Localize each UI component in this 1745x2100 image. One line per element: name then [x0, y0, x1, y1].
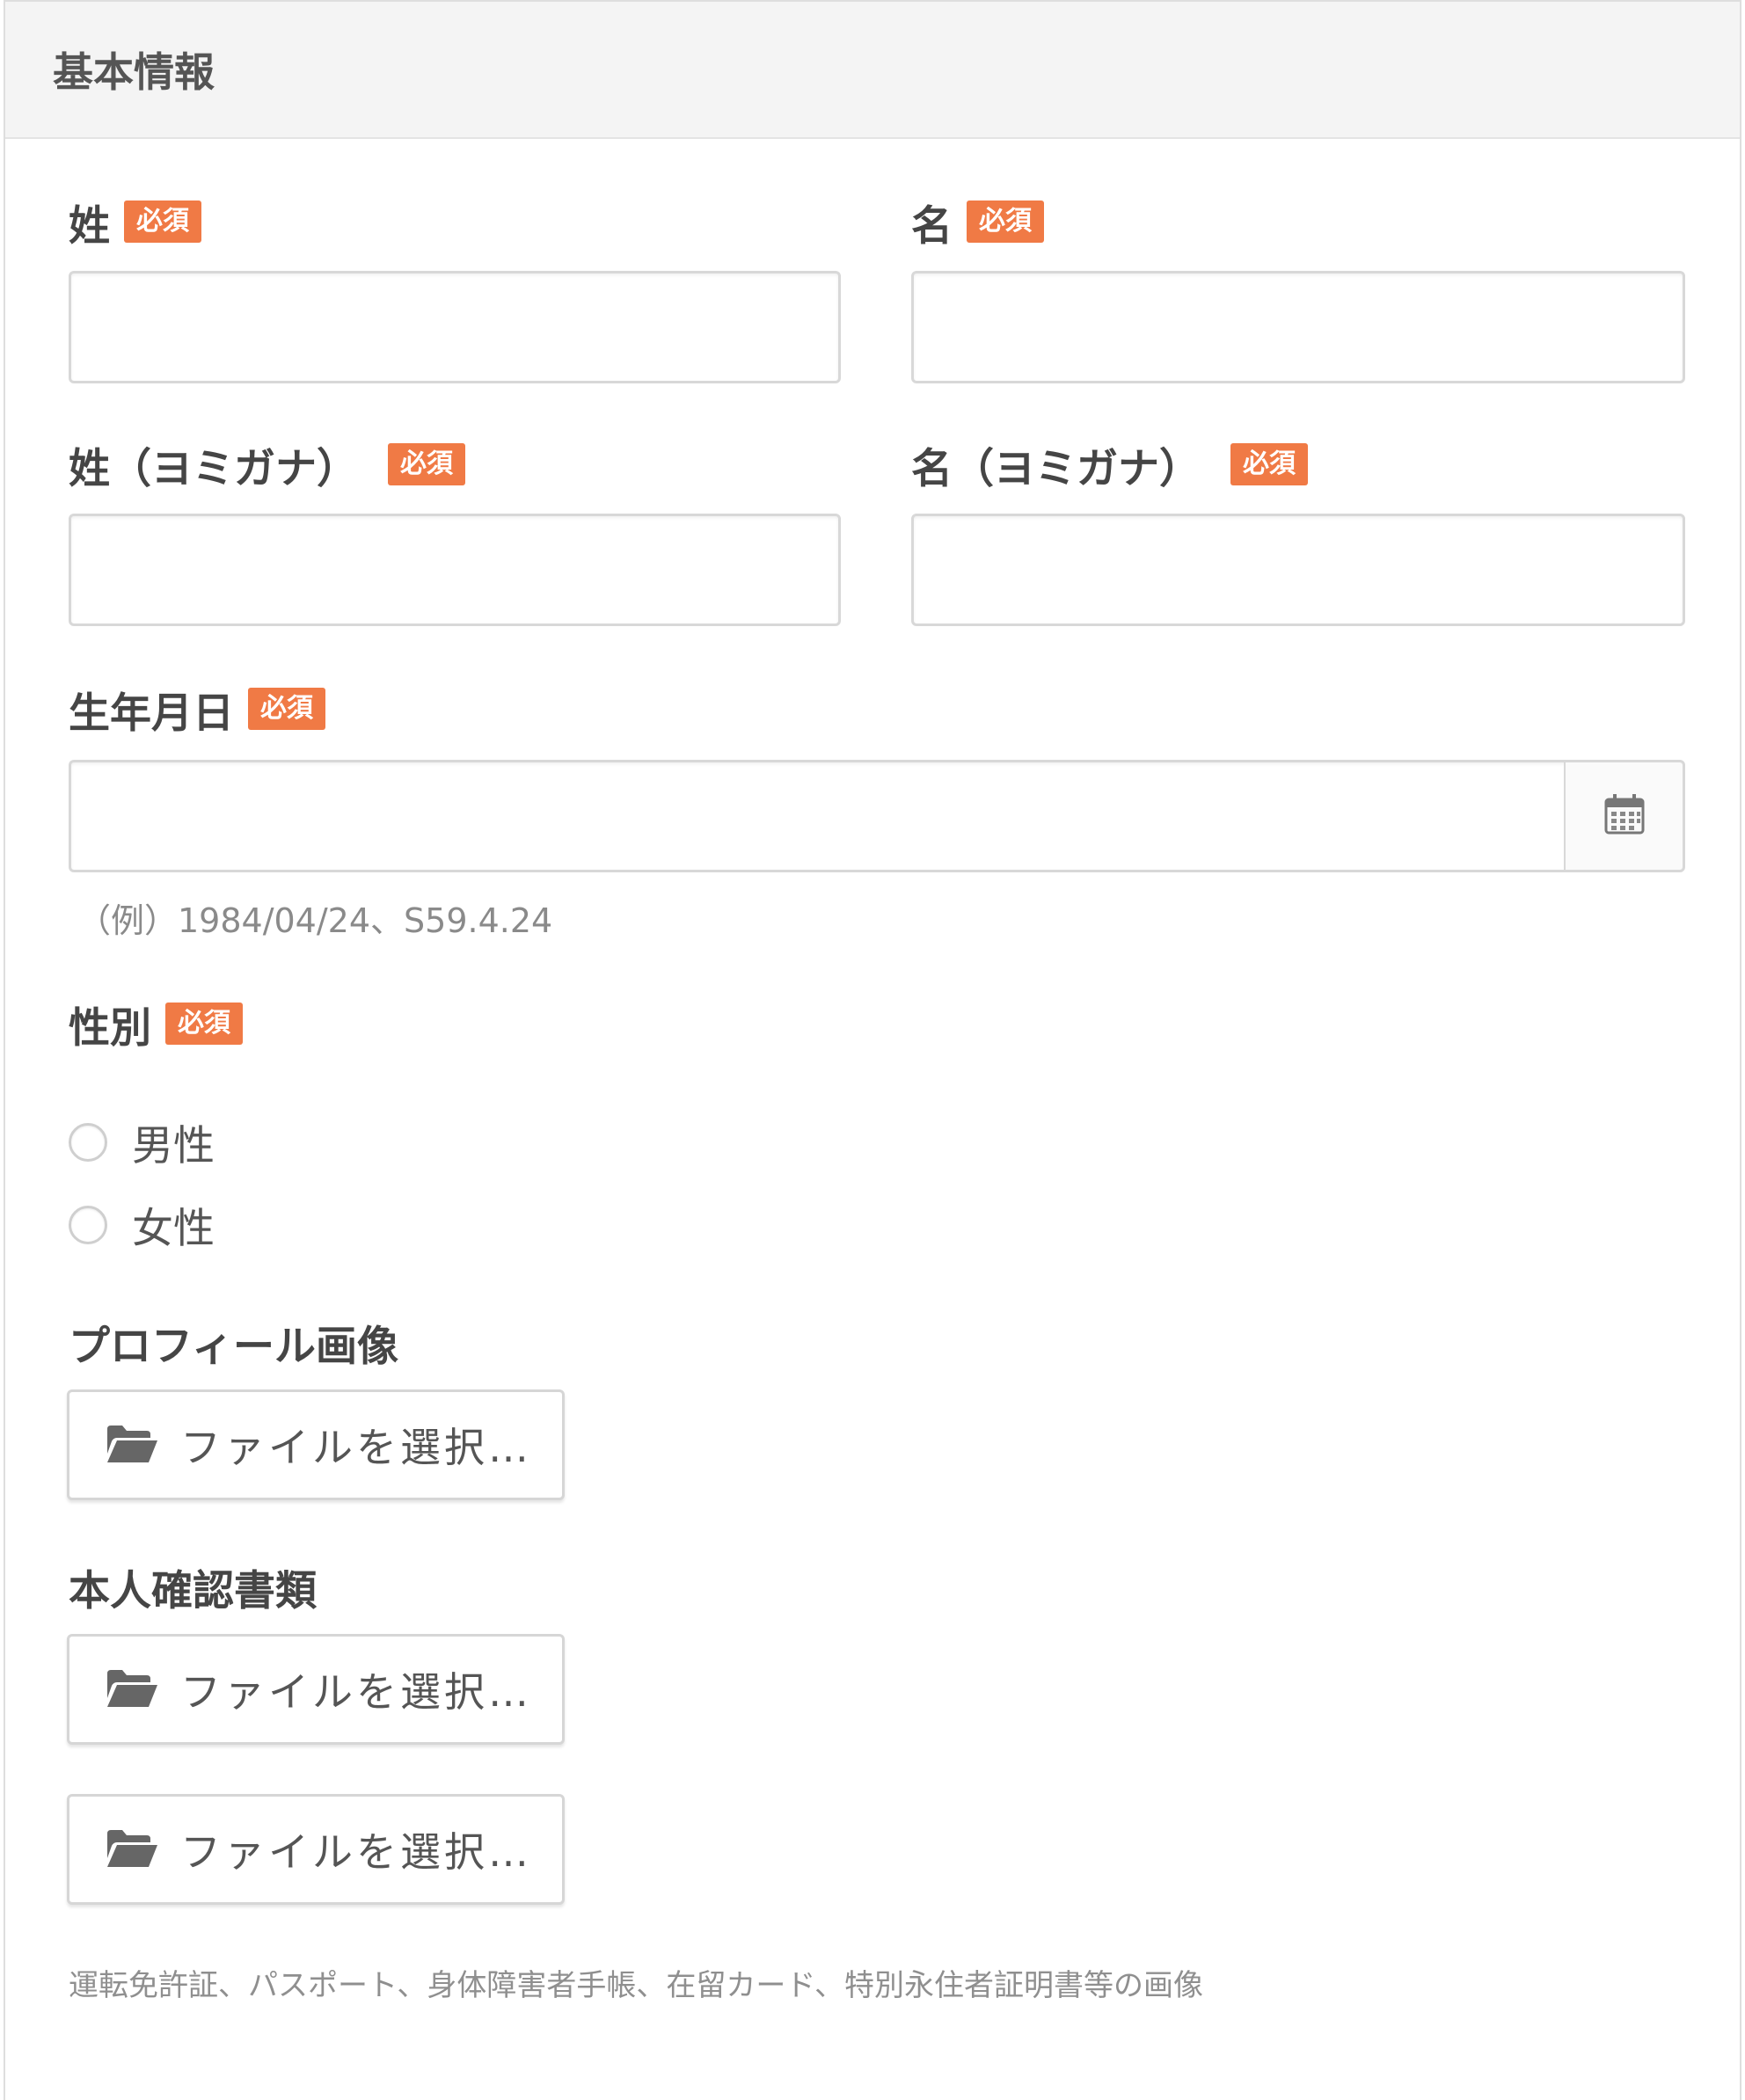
folder-open-icon: [105, 1422, 159, 1468]
first-name-kana-label: 名（ヨミガナ）: [911, 444, 1201, 493]
required-badge: 必須: [248, 688, 325, 730]
calendar-button[interactable]: [1564, 760, 1685, 872]
gender-option-female[interactable]: 女性: [69, 1194, 215, 1255]
first-name-label-row: 名 必須: [911, 193, 1044, 251]
first-name-kana-input[interactable]: [911, 514, 1685, 626]
radio-button[interactable]: [69, 1205, 107, 1244]
gender-option-label: 男性: [132, 1122, 215, 1170]
required-badge: 必須: [165, 1003, 243, 1045]
birthdate-label-row: 生年月日 必須: [69, 681, 325, 738]
birthdate-input[interactable]: [69, 760, 1566, 872]
panel-header: 基本情報: [5, 2, 1740, 139]
first-name-kana-label-row: 名（ヨミガナ） 必須: [911, 436, 1308, 493]
profile-image-label: プロフィール画像: [69, 1323, 399, 1371]
folder-open-icon: [105, 1827, 159, 1872]
gender-option-male[interactable]: 男性: [69, 1112, 215, 1172]
identity-docs-label: 本人確認書類: [69, 1567, 317, 1615]
required-badge: 必須: [388, 443, 465, 485]
birthdate-hint: （例）1984/04/24、S59.4.24: [77, 901, 553, 940]
profile-image-file-button[interactable]: ファイルを選択…: [67, 1389, 565, 1500]
last-name-label-row: 姓 必須: [69, 193, 201, 251]
calendar-icon: [1603, 792, 1646, 840]
file-button-label: ファイルを選択…: [180, 1424, 532, 1471]
file-button-label: ファイルを選択…: [180, 1668, 532, 1716]
panel-title: 基本情報: [53, 48, 215, 96]
gender-option-label: 女性: [132, 1205, 215, 1253]
required-badge: 必須: [124, 201, 201, 243]
radio-button[interactable]: [69, 1122, 107, 1162]
gender-label: 性別: [69, 1003, 151, 1053]
required-badge: 必須: [1230, 443, 1308, 485]
folder-open-icon: [105, 1666, 159, 1712]
last-name-kana-label-row: 姓（ヨミガナ） 必須: [69, 436, 465, 493]
basic-info-panel: 基本情報 姓 必須 名 必須 姓（ヨミガナ） 必須 名（ヨミガナ） 必須 生年月…: [4, 0, 1741, 2100]
birthdate-label: 生年月日: [69, 689, 234, 738]
first-name-input[interactable]: [911, 271, 1685, 383]
last-name-kana-input[interactable]: [69, 514, 841, 626]
identity-docs-note: 運転免許証、パスポート、身体障害者手帳、在留カード、特別永住者証明書等の画像: [69, 1968, 1203, 2003]
required-badge: 必須: [967, 201, 1044, 243]
first-name-label: 名: [911, 201, 953, 251]
last-name-kana-label: 姓（ヨミガナ）: [69, 444, 358, 493]
identity-doc-file-button-2[interactable]: ファイルを選択…: [67, 1794, 565, 1905]
last-name-label: 姓: [69, 201, 110, 251]
last-name-input[interactable]: [69, 271, 841, 383]
identity-doc-file-button-1[interactable]: ファイルを選択…: [67, 1634, 565, 1745]
gender-label-row: 性別 必須: [69, 995, 243, 1053]
file-button-label: ファイルを選択…: [180, 1828, 532, 1876]
